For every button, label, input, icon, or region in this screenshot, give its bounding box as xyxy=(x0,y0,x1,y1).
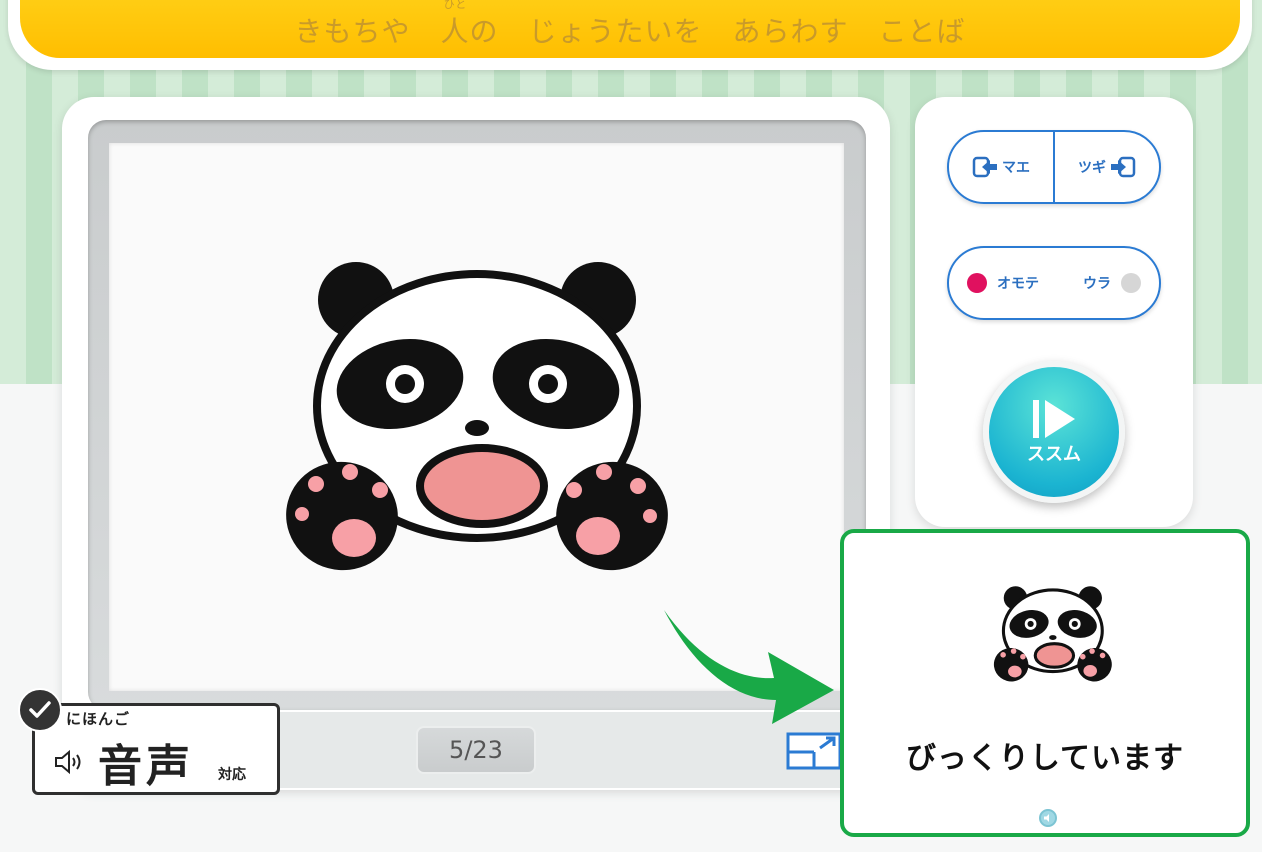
next-button[interactable]: ツギ xyxy=(1055,132,1159,202)
answer-card[interactable]: びっくりしています xyxy=(840,529,1250,837)
prev-label: マエ xyxy=(1002,160,1030,176)
front-label: オモテ xyxy=(997,276,1039,292)
nav-toggle: マエ ツギ xyxy=(947,130,1161,204)
title-part-4: あらわす xyxy=(732,15,849,48)
page-title: きもちや ひと 人の じょうたいを あらわす ことば xyxy=(294,0,966,50)
play-next-icon xyxy=(1033,400,1075,438)
header-bar: きもちや ひと 人の じょうたいを あらわす ことば xyxy=(20,0,1240,58)
front-option[interactable]: オモテ xyxy=(949,248,1054,318)
back-radio[interactable] xyxy=(1121,273,1141,293)
expand-icon[interactable] xyxy=(786,730,846,772)
card-text: びっくりしています xyxy=(905,741,1185,776)
page-counter: 5/23 xyxy=(416,726,536,774)
green-arrow-icon xyxy=(664,610,834,724)
back-label: ウラ xyxy=(1083,276,1111,292)
title-part-3: じょうたいを xyxy=(528,15,703,48)
sound-glyph xyxy=(1044,814,1049,822)
badge-main-text: 音声 xyxy=(98,741,194,792)
next-label: ツギ xyxy=(1078,160,1106,176)
speaker-icon xyxy=(55,749,81,775)
prev-button[interactable]: マエ xyxy=(949,132,1053,202)
front-radio[interactable] xyxy=(967,273,987,293)
badge-ruby: にほんご xyxy=(66,710,131,728)
check-icon xyxy=(18,688,62,732)
title-part-2: ひと 人の xyxy=(440,0,499,50)
next-arrow-icon xyxy=(1111,156,1136,178)
title-part-5: ことば xyxy=(878,15,966,48)
side-toggle: オモテ ウラ xyxy=(947,246,1161,320)
go-label: ススム xyxy=(1027,444,1081,465)
badge-small-text: 対応 xyxy=(218,767,246,783)
panda-illustration xyxy=(286,262,668,571)
back-option[interactable]: ウラ xyxy=(1054,248,1159,318)
check-glyph xyxy=(29,701,51,718)
title-part-2-text: 人の xyxy=(440,15,499,48)
prev-arrow-icon xyxy=(972,156,997,178)
title-part-1: きもちや xyxy=(294,15,411,48)
sound-icon[interactable] xyxy=(1039,809,1057,827)
go-button[interactable]: ススム xyxy=(983,361,1125,503)
title-ruby: ひと xyxy=(443,0,468,11)
panda-small-illustration xyxy=(993,586,1112,682)
